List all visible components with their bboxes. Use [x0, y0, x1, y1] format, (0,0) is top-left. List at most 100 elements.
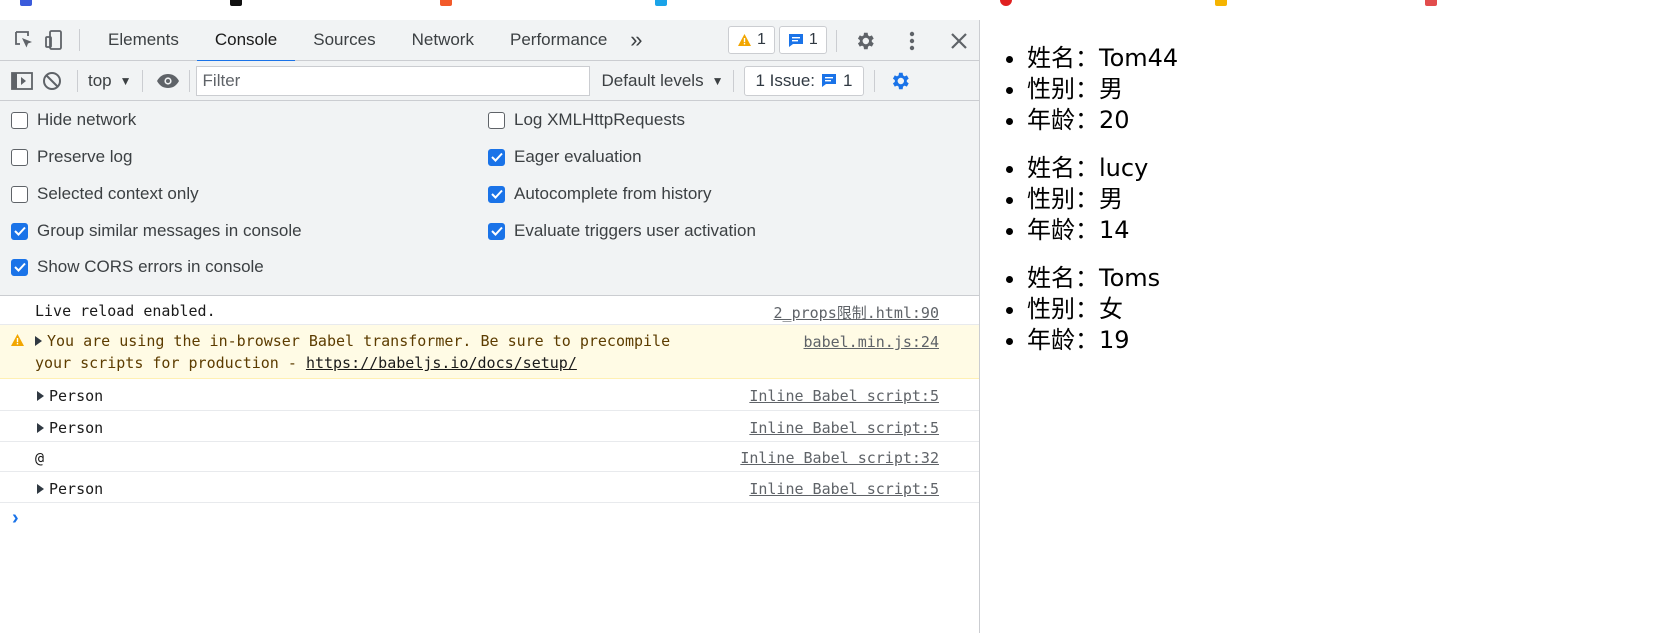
warning-icon [738, 34, 751, 46]
message-text: @ [35, 449, 45, 467]
option-label: Selected context only [37, 184, 199, 203]
checkmark-icon [490, 189, 503, 199]
tab-elements[interactable]: Elements [90, 20, 197, 61]
message-text: your scripts for production - [35, 354, 306, 372]
close-icon[interactable] [944, 26, 974, 56]
console-message[interactable]: Person Inline Babel script:5 [0, 411, 979, 442]
person-gender: 性别：女 [1027, 294, 1665, 325]
log-xhr-option[interactable]: Log XMLHttpRequests [488, 110, 685, 130]
log-levels-label: Default levels [601, 70, 704, 90]
person-age: 年龄：14 [1027, 215, 1665, 246]
checkbox[interactable] [11, 148, 28, 166]
counters: 1 1 [728, 26, 827, 54]
option-label: Hide network [37, 110, 137, 129]
preserve-log-option[interactable]: Preserve log [11, 147, 132, 167]
person-list: 姓名：Tom44 性别：男 年龄：20 [1027, 43, 1665, 136]
tab-console[interactable]: Console [196, 20, 296, 62]
expand-triangle-icon[interactable] [35, 336, 42, 346]
source-link[interactable]: 2_props限制.html:90 [774, 302, 939, 323]
checkbox[interactable] [488, 222, 505, 240]
message-text: Person [49, 387, 104, 405]
checkbox[interactable] [488, 111, 505, 129]
console-settings-gear-icon[interactable] [885, 66, 915, 96]
expand-triangle-icon[interactable] [37, 423, 44, 433]
checkbox[interactable] [11, 185, 28, 203]
person-name: 姓名：Toms [1027, 263, 1665, 294]
person-gender: 性别：男 [1027, 184, 1665, 215]
more-tabs-icon[interactable]: » [621, 25, 651, 55]
checkbox[interactable] [11, 111, 28, 129]
expand-triangle-icon[interactable] [37, 484, 44, 494]
divider [733, 69, 735, 92]
bookmark-item[interactable] [1425, 0, 1437, 6]
divider [188, 69, 190, 92]
device-toolbar-icon[interactable] [39, 25, 69, 55]
hide-network-option[interactable]: Hide network [11, 110, 136, 130]
source-link[interactable]: Inline Babel script:32 [740, 449, 939, 467]
messages-counter[interactable]: 1 [778, 26, 827, 54]
chevron-down-icon: ▼ [711, 73, 724, 88]
inspect-element-icon[interactable] [9, 25, 39, 55]
eager-evaluation-option[interactable]: Eager evaluation [488, 147, 642, 167]
checkmark-icon [490, 152, 503, 162]
message-icon [822, 74, 837, 87]
source-link[interactable]: Inline Babel script:5 [749, 387, 939, 405]
source-link[interactable]: babel.min.js:24 [804, 331, 939, 353]
message-text: Person [49, 419, 104, 437]
checkbox[interactable] [488, 148, 505, 166]
show-sidebar-icon[interactable] [7, 66, 37, 96]
console-prompt[interactable]: › [0, 503, 979, 533]
context-selector[interactable]: top ▼ [88, 71, 132, 91]
warning-counter[interactable]: 1 [728, 26, 775, 54]
person-list: 姓名：Toms 性别：女 年龄：19 [1027, 263, 1665, 356]
option-label: Eager evaluation [514, 147, 642, 166]
console-message[interactable]: Person Inline Babel script:5 [0, 472, 979, 503]
bookmark-item[interactable] [1215, 0, 1227, 6]
group-similar-option[interactable]: Group similar messages in console [11, 221, 302, 241]
option-label: Preserve log [37, 147, 133, 166]
person-list: 姓名：lucy 性别：男 年龄：14 [1027, 153, 1665, 246]
message-text: Live reload enabled. [35, 302, 216, 320]
option-label: Autocomplete from history [514, 184, 712, 203]
bookmark-item[interactable] [655, 0, 667, 6]
person-name: 姓名：Tom44 [1027, 43, 1665, 74]
autocomplete-history-option[interactable]: Autocomplete from history [488, 184, 711, 204]
page-viewport: 姓名：Tom44 性别：男 年龄：20 姓名：lucy 性别：男 年龄：14 姓… [981, 20, 1665, 633]
log-levels-dropdown[interactable]: Default levels ▼ [602, 71, 724, 91]
person-age: 年龄：20 [1027, 105, 1665, 136]
console-message[interactable]: Person Inline Babel script:5 [0, 379, 979, 411]
selected-context-option[interactable]: Selected context only [11, 184, 199, 204]
divider [79, 29, 80, 51]
expand-triangle-icon[interactable] [37, 391, 44, 401]
source-link[interactable]: Inline Babel script:5 [749, 480, 939, 498]
option-label: Evaluate triggers user activation [514, 221, 756, 240]
checkbox[interactable] [488, 185, 505, 203]
eye-icon[interactable] [153, 66, 183, 96]
option-label: Show CORS errors in console [37, 257, 264, 276]
evaluate-triggers-option[interactable]: Evaluate triggers user activation [488, 221, 756, 241]
chevron-down-icon: ▼ [119, 73, 132, 88]
option-label: Log XMLHttpRequests [514, 110, 686, 129]
bookmark-item[interactable] [20, 0, 32, 6]
bookmark-item[interactable] [230, 0, 242, 6]
context-label: top [88, 70, 112, 90]
tab-performance[interactable]: Performance [492, 20, 625, 61]
gear-icon[interactable] [850, 26, 880, 56]
issues-label: 1 Issue: [755, 70, 816, 90]
babel-setup-link[interactable]: https://babeljs.io/docs/setup/ [306, 354, 577, 372]
bookmark-item[interactable] [1000, 0, 1012, 6]
more-options-icon[interactable] [897, 26, 927, 56]
bookmark-item[interactable] [440, 0, 452, 6]
checkbox[interactable] [11, 258, 28, 276]
checkbox[interactable] [11, 222, 28, 240]
tab-sources[interactable]: Sources [295, 20, 393, 61]
clear-console-icon[interactable] [37, 66, 67, 96]
message-text: Person [49, 480, 104, 498]
option-label: Group similar messages in console [37, 221, 302, 240]
issues-button[interactable]: 1 Issue: 1 [744, 65, 864, 96]
show-cors-errors-option[interactable]: Show CORS errors in console [11, 257, 264, 277]
filter-input[interactable] [195, 65, 590, 96]
source-link[interactable]: Inline Babel script:5 [749, 419, 939, 437]
tab-network[interactable]: Network [394, 20, 492, 61]
checkmark-icon [13, 262, 26, 272]
